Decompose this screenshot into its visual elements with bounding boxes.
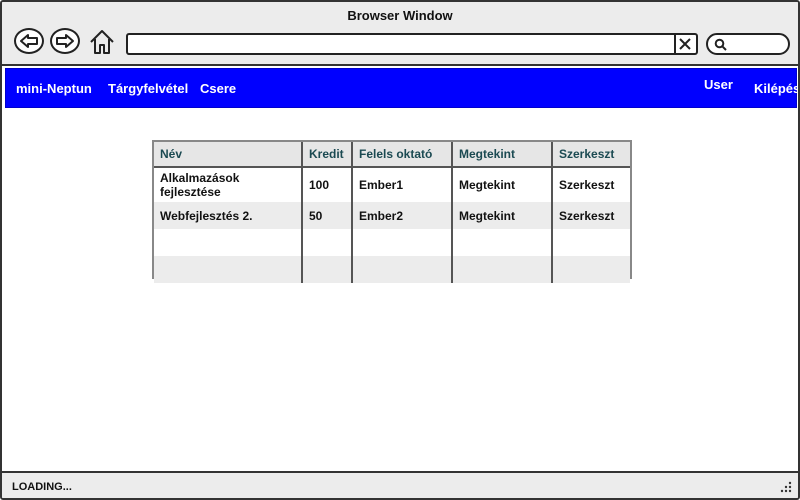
cell-nev: [154, 256, 302, 283]
table-row[interactable]: Webfejlesztés 2. 50 Ember2 Megtekint Sze…: [154, 202, 630, 229]
column-header-kredit[interactable]: Kredit: [301, 142, 352, 168]
courses-table: Név Kredit Felels oktató Megtekint Szerk…: [152, 140, 632, 283]
back-arrow-icon: [20, 34, 38, 48]
column-header-szerkeszt[interactable]: Szerkeszt: [551, 142, 630, 168]
clear-address-button[interactable]: [674, 35, 694, 53]
nav-item-kilepes[interactable]: Kilépés: [754, 81, 798, 96]
search-icon: [714, 38, 727, 51]
forward-arrow-icon: [56, 34, 74, 48]
browser-chrome: Browser Window: [2, 2, 798, 66]
back-button[interactable]: [14, 28, 44, 54]
view-link[interactable]: Megtekint: [451, 167, 552, 202]
cell-nev: Alkalmazások fejlesztése: [160, 171, 240, 199]
column-header-megtekint[interactable]: Megtekint: [451, 142, 552, 168]
cell-oktato: [351, 256, 452, 283]
cell-oktato: [351, 229, 452, 256]
home-icon: [90, 30, 114, 54]
edit-link[interactable]: Szerkeszt: [551, 167, 630, 202]
table-header-row: Név Kredit Felels oktató Megtekint Szerk…: [154, 142, 630, 168]
browser-window: Browser Window mini-Neptun Tárgyfelvétel…: [0, 0, 800, 500]
window-title: Browser Window: [347, 8, 453, 23]
nav-item-user[interactable]: User: [704, 77, 733, 92]
nav-item-mini-neptun[interactable]: mini-Neptun: [16, 81, 92, 96]
nav-item-csere[interactable]: Csere: [200, 81, 236, 96]
app-navbar: mini-Neptun Tárgyfelvétel Csere User Kil…: [5, 68, 798, 108]
address-bar[interactable]: [126, 33, 698, 55]
cell-szerkeszt: [551, 229, 630, 256]
cell-nev: Webfejlesztés 2.: [154, 202, 302, 229]
cell-kredit: 50: [301, 202, 352, 229]
cell-kredit: [301, 256, 352, 283]
status-text: LOADING...: [12, 481, 72, 493]
table-row: [154, 229, 630, 256]
column-header-nev[interactable]: Név: [154, 142, 302, 168]
resize-grip-icon[interactable]: [780, 481, 792, 493]
search-field[interactable]: [706, 33, 790, 55]
cell-megtekint: [451, 256, 552, 283]
cell-szerkeszt: [551, 256, 630, 283]
cell-nev: [154, 229, 302, 256]
cell-oktato: Ember1: [351, 167, 452, 202]
view-link[interactable]: Megtekint: [451, 202, 552, 229]
cell-kredit: [301, 229, 352, 256]
status-bar: LOADING...: [2, 471, 798, 498]
nav-item-targyfelvetel[interactable]: Tárgyfelvétel: [108, 81, 188, 96]
home-button[interactable]: [88, 28, 116, 56]
forward-button[interactable]: [50, 28, 80, 54]
table-row: [154, 256, 630, 283]
cell-kredit: 100: [301, 167, 352, 202]
table-row[interactable]: Alkalmazások fejlesztése 100 Ember1 Megt…: [154, 167, 630, 202]
edit-link[interactable]: Szerkeszt: [551, 202, 630, 229]
cell-megtekint: [451, 229, 552, 256]
column-header-felels-oktato[interactable]: Felels oktató: [351, 142, 452, 168]
close-icon: [679, 38, 691, 50]
cell-oktato: Ember2: [351, 202, 452, 229]
